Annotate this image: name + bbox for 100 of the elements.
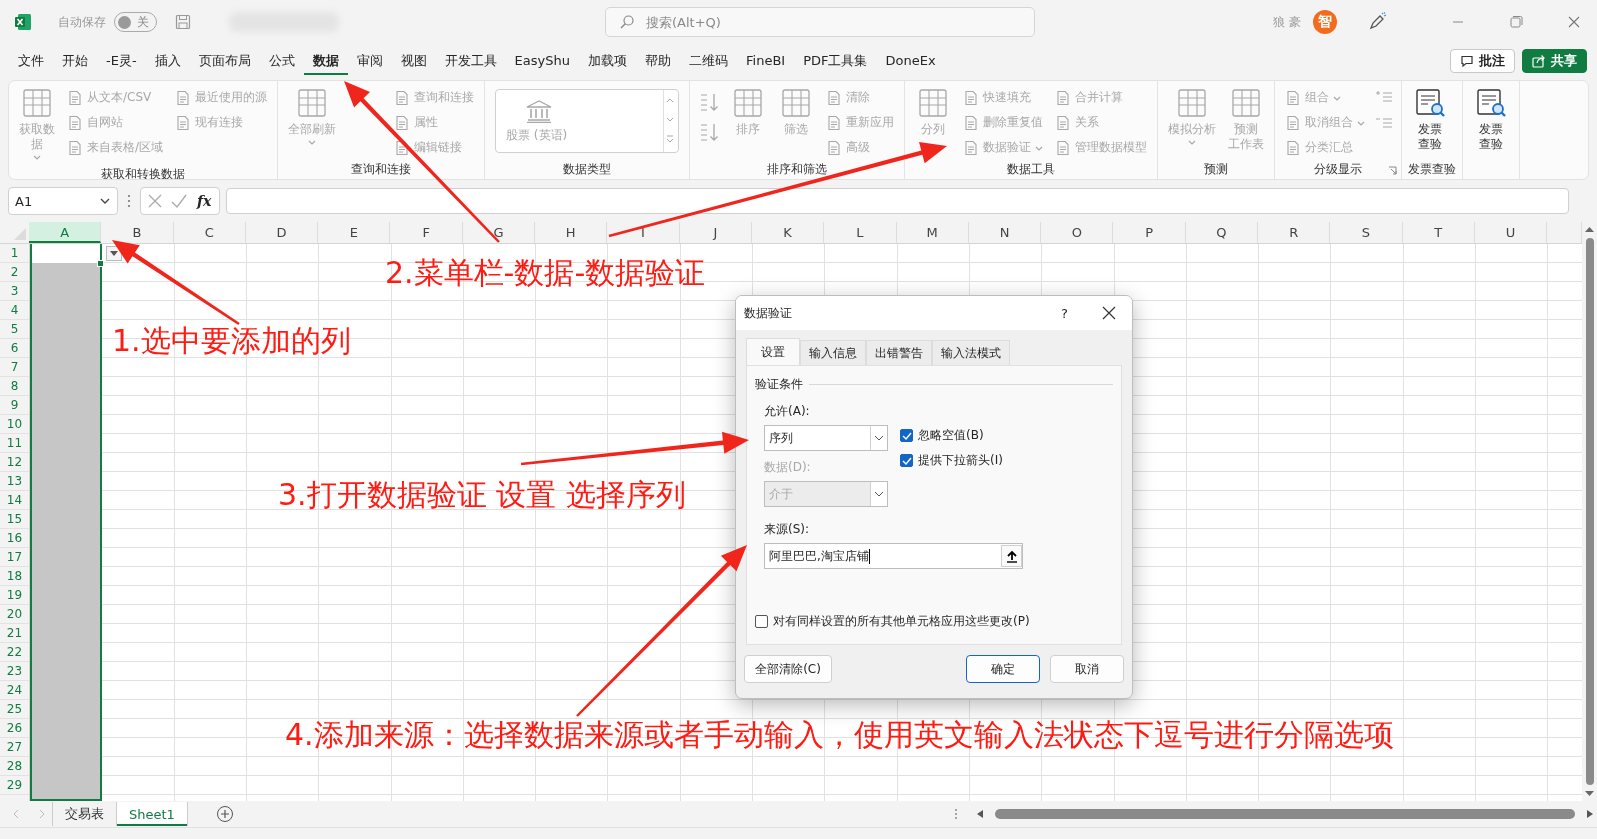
column-header[interactable]: F [390, 222, 463, 243]
column-header[interactable]: A [29, 222, 102, 243]
row-header[interactable]: 28 [0, 757, 29, 776]
fill-handle[interactable] [97, 260, 105, 267]
menu-tab[interactable]: 二维码 [680, 47, 737, 75]
menu-tab[interactable]: DoneEx [876, 49, 945, 73]
row-header[interactable]: 12 [0, 453, 29, 472]
row-header[interactable]: 3 [0, 282, 29, 301]
column-header[interactable]: O [1041, 222, 1114, 243]
dialog-launcher-icon[interactable] [1388, 166, 1398, 175]
column-header[interactable]: H [535, 222, 608, 243]
scroll-thumb[interactable] [995, 809, 1575, 819]
row-header[interactable]: 29 [0, 776, 29, 795]
row-header[interactable]: 1 [0, 244, 29, 263]
save-icon[interactable] [175, 14, 191, 30]
source-field[interactable]: 阿里巴巴,淘宝店铺 [764, 543, 1023, 569]
checkbox[interactable] [900, 454, 913, 467]
insert-function-button[interactable]: fx [195, 193, 214, 209]
invoice-check-button[interactable]: 发票 查验 [1469, 85, 1514, 159]
column-header[interactable]: E [318, 222, 391, 243]
menu-tab[interactable]: 公式 [259, 47, 304, 75]
column-header[interactable]: Q [1185, 222, 1259, 243]
column-header[interactable]: U [1474, 222, 1548, 243]
drag-handle-icon[interactable] [126, 193, 132, 209]
row-header[interactable]: 23 [0, 662, 29, 681]
row-header[interactable]: 18 [0, 567, 29, 586]
column-header[interactable]: T [1402, 222, 1475, 243]
drag-handle-icon[interactable] [953, 807, 959, 821]
menu-tab[interactable]: FineBI [737, 49, 795, 73]
menu-tab[interactable]: 帮助 [636, 47, 680, 75]
row-header[interactable]: 26 [0, 719, 29, 738]
row-header[interactable]: 5 [0, 320, 29, 339]
column-header[interactable]: J [679, 222, 752, 243]
row-header[interactable]: 4 [0, 301, 29, 320]
comments-button[interactable]: 批注 [1450, 49, 1515, 73]
dropdown-field[interactable]: 序列 [764, 425, 888, 451]
row-header[interactable]: 14 [0, 491, 29, 510]
menu-tab[interactable]: 插入 [145, 47, 190, 75]
menu-tab[interactable]: PDF工具集 [794, 47, 877, 75]
row-header[interactable]: 17 [0, 548, 29, 567]
column-header[interactable]: L [824, 222, 897, 243]
column-header[interactable]: C [173, 222, 246, 243]
cancel-icon[interactable] [147, 193, 163, 209]
column-header[interactable]: P [1113, 222, 1186, 243]
menu-tab[interactable]: 开发工具 [435, 47, 506, 75]
menu-tab[interactable]: 数据 [303, 47, 348, 75]
cancel-button[interactable]: 取消 [1050, 655, 1124, 683]
row-header[interactable]: 25 [0, 700, 29, 719]
invoice-check-button[interactable]: 发票 查验 [1408, 85, 1453, 159]
search-field[interactable]: 搜索(Alt+Q) [605, 7, 1035, 37]
row-header[interactable]: 15 [0, 510, 29, 529]
row-header[interactable]: 21 [0, 624, 29, 643]
row-header[interactable]: 24 [0, 681, 29, 700]
row-header[interactable]: 13 [0, 472, 29, 491]
dialog-tab[interactable]: 出错警告 [866, 340, 932, 365]
column-header[interactable]: M [896, 222, 969, 243]
dialog-tab[interactable]: 输入法模式 [932, 340, 1010, 365]
row-header[interactable]: 9 [0, 396, 29, 415]
row-header[interactable]: 20 [0, 605, 29, 624]
dialog-tab[interactable]: 设置 [746, 338, 800, 365]
menu-tab[interactable]: 审阅 [347, 47, 392, 75]
menu-tab[interactable]: 加载项 [579, 47, 636, 75]
row-header[interactable]: 16 [0, 529, 29, 548]
scroll-thumb[interactable] [1585, 238, 1594, 785]
checkbox[interactable] [900, 429, 913, 442]
checkbox[interactable] [755, 615, 768, 628]
check-icon[interactable] [171, 193, 187, 209]
formula-input[interactable] [226, 188, 1569, 214]
menu-tab[interactable]: 开始 [53, 47, 97, 75]
row-header[interactable]: 8 [0, 377, 29, 396]
row-header[interactable]: 19 [0, 586, 29, 605]
column-header[interactable]: D [245, 222, 319, 243]
menu-tab[interactable]: 视图 [391, 47, 436, 75]
menu-tab[interactable]: -E灵- [97, 47, 146, 75]
menu-tab[interactable]: 文件 [9, 47, 53, 75]
row-header[interactable]: 10 [0, 415, 29, 434]
autosave-toggle[interactable]: 关 [114, 12, 157, 32]
sheet-tab[interactable]: Sheet1 [117, 802, 188, 826]
row-header[interactable]: 22 [0, 643, 29, 662]
menu-tab[interactable]: 页面布局 [189, 47, 260, 75]
collapse-dialog-button[interactable] [1001, 545, 1022, 567]
column-header[interactable]: S [1330, 222, 1403, 243]
row-header[interactable]: 2 [0, 263, 29, 282]
row-header[interactable]: 11 [0, 434, 29, 453]
column-header[interactable]: N [968, 222, 1042, 243]
column-header[interactable]: R [1258, 222, 1331, 243]
share-button[interactable]: 共享 [1522, 49, 1587, 73]
add-sheet-icon[interactable] [215, 805, 234, 823]
name-box[interactable]: A1 [8, 187, 118, 215]
help-button[interactable]: ? [1057, 305, 1072, 321]
menu-tab[interactable]: EasyShu [505, 49, 579, 73]
dialog-tab[interactable]: 输入信息 [800, 340, 866, 365]
pen-icon[interactable] [1367, 12, 1387, 32]
column-header[interactable]: K [751, 222, 825, 243]
close-icon[interactable] [1102, 306, 1116, 320]
row-header[interactable]: 6 [0, 339, 29, 358]
clear-all-button[interactable]: 全部清除(C) [744, 655, 832, 683]
row-header[interactable]: 27 [0, 738, 29, 757]
ok-button[interactable]: 确定 [966, 655, 1040, 683]
avatar[interactable]: 智 [1313, 10, 1337, 34]
